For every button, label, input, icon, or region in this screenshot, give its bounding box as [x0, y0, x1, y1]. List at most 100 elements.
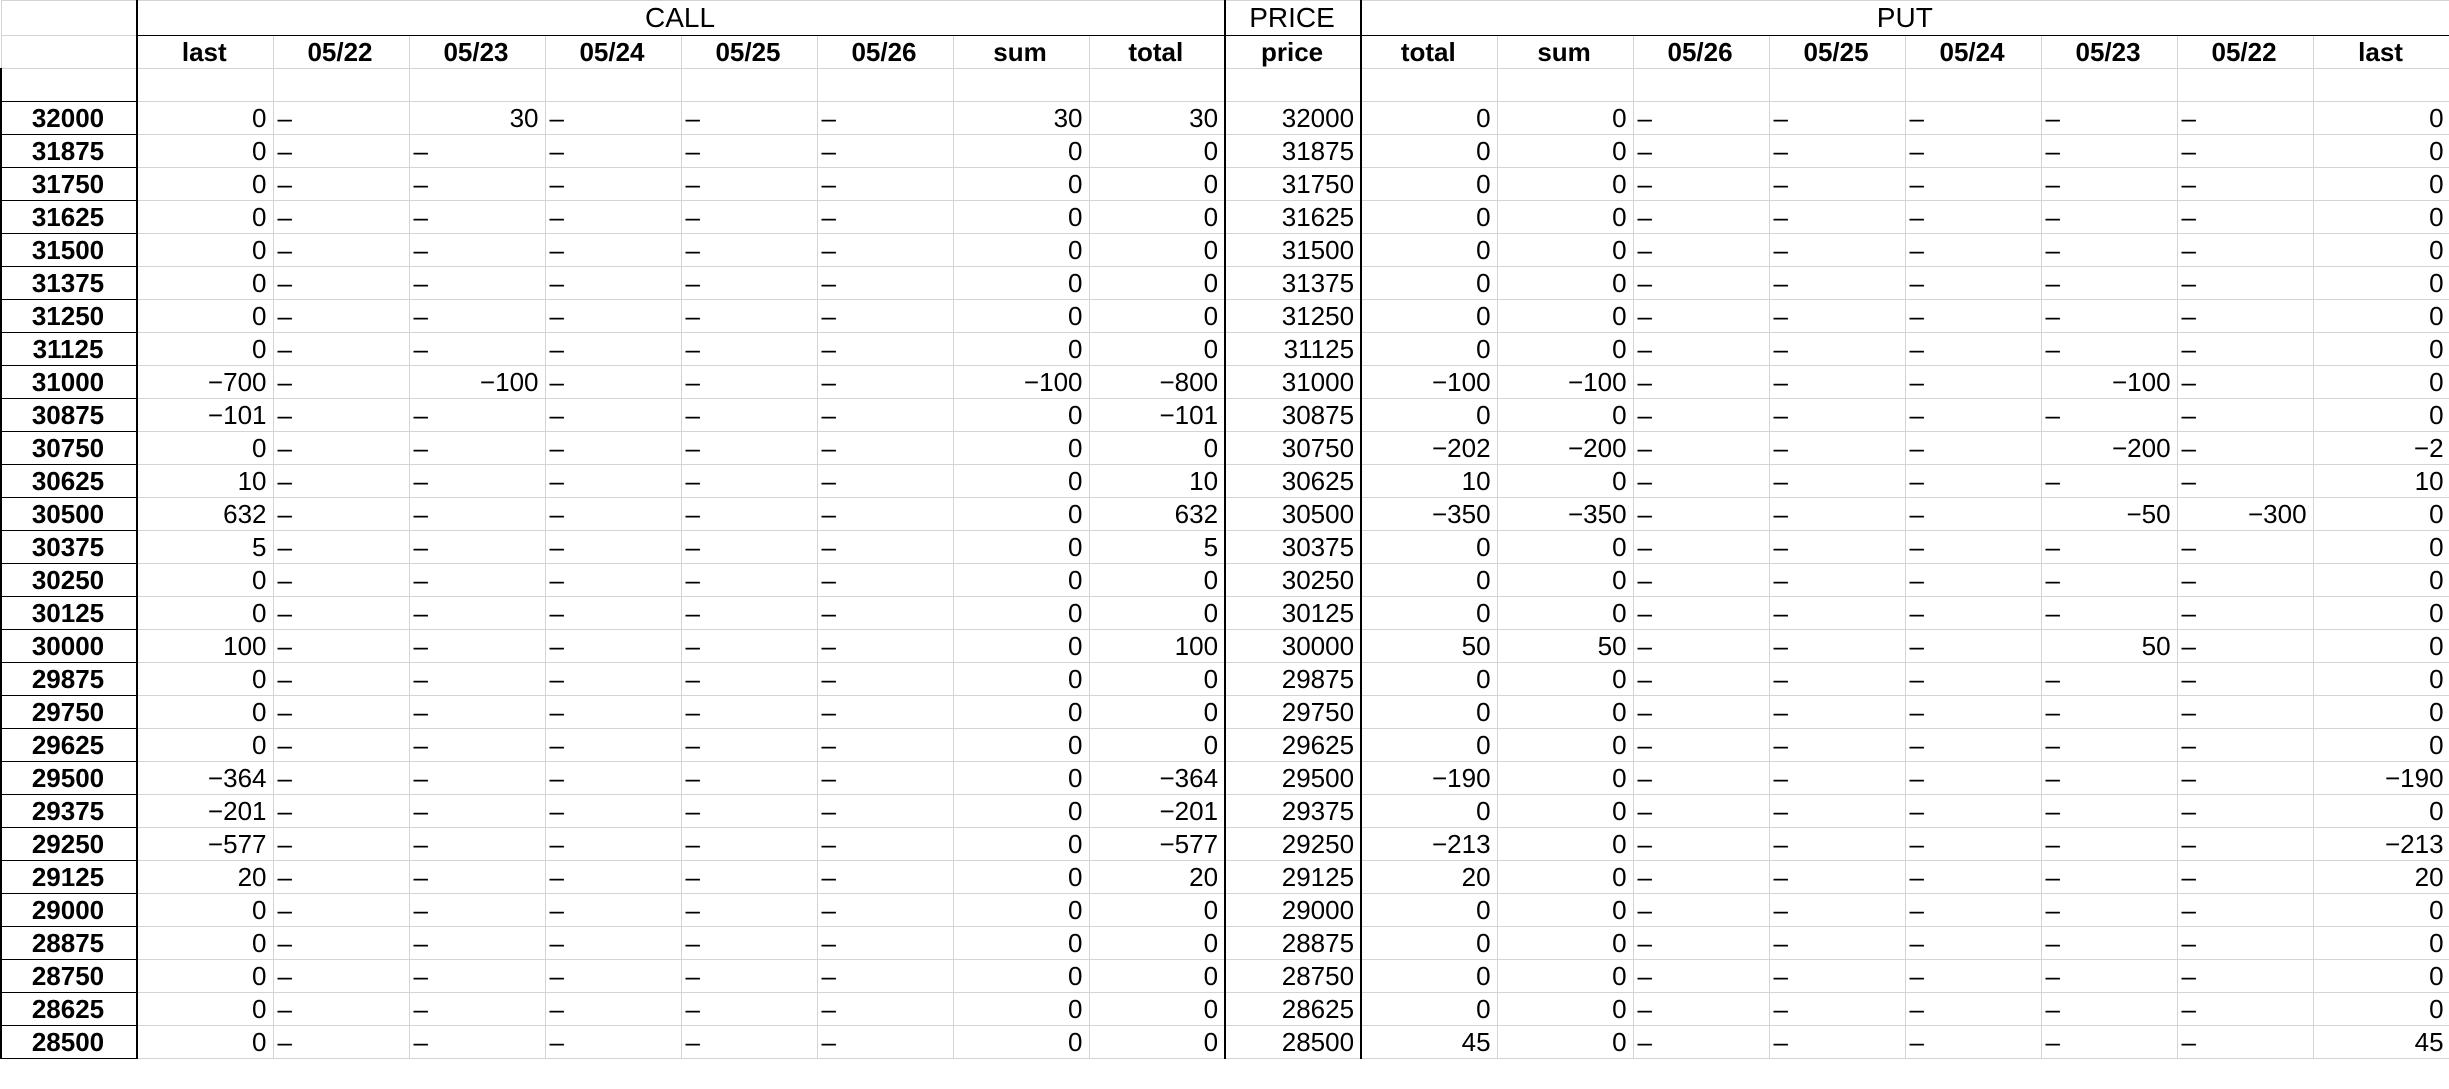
- put-cell-05-26[interactable]: –: [1632, 959, 1770, 993]
- put-cell-05-23[interactable]: –: [2040, 167, 2178, 201]
- call-cell-05-23[interactable]: –: [408, 959, 546, 993]
- strike-header-cell[interactable]: [0, 35, 138, 69]
- price-cell[interactable]: 31000: [1224, 365, 1362, 399]
- blank-cell[interactable]: [1768, 68, 1906, 102]
- put-cell-total[interactable]: −350: [1360, 497, 1498, 531]
- call-cell-last[interactable]: 0: [136, 134, 274, 168]
- put-cell-05-23[interactable]: –: [2040, 860, 2178, 894]
- call-cell-sum[interactable]: 0: [952, 464, 1090, 498]
- put-cell-total[interactable]: 0: [1360, 332, 1498, 366]
- put-cell-05-26[interactable]: –: [1632, 662, 1770, 696]
- put-cell-05-25[interactable]: –: [1768, 761, 1906, 795]
- call-cell-05-24[interactable]: –: [544, 827, 682, 861]
- put-cell-05-23[interactable]: –: [2040, 530, 2178, 564]
- price-cell[interactable]: 30250: [1224, 563, 1362, 597]
- call-cell-05-24[interactable]: –: [544, 233, 682, 267]
- call-cell-total[interactable]: 0: [1088, 695, 1226, 729]
- call-cell-05-23[interactable]: –: [408, 860, 546, 894]
- call-cell-last[interactable]: 0: [136, 1025, 274, 1059]
- call-cell-sum[interactable]: 0: [952, 431, 1090, 465]
- call-cell-05-25[interactable]: –: [680, 992, 818, 1026]
- call-cell-last[interactable]: 0: [136, 662, 274, 696]
- put-cell-05-25[interactable]: –: [1768, 728, 1906, 762]
- put-cell-05-25[interactable]: –: [1768, 530, 1906, 564]
- call-cell-sum[interactable]: 0: [952, 893, 1090, 927]
- call-cell-05-23[interactable]: –: [408, 530, 546, 564]
- put-cell-05-25[interactable]: –: [1768, 695, 1906, 729]
- call-cell-05-23[interactable]: –: [408, 827, 546, 861]
- call-cell-05-25[interactable]: –: [680, 695, 818, 729]
- put-header-4[interactable]: 05/24: [1904, 35, 2042, 69]
- call-cell-total[interactable]: 0: [1088, 200, 1226, 234]
- put-cell-05-24[interactable]: –: [1904, 563, 2042, 597]
- call-cell-sum[interactable]: 0: [952, 629, 1090, 663]
- put-cell-last[interactable]: 10: [2312, 464, 2449, 498]
- put-cell-05-22[interactable]: –: [2176, 1025, 2314, 1059]
- strike-cell[interactable]: 29625: [0, 728, 138, 762]
- put-cell-sum[interactable]: 0: [1496, 464, 1634, 498]
- call-cell-05-26[interactable]: –: [816, 629, 954, 663]
- strike-cell[interactable]: 28625: [0, 992, 138, 1026]
- call-cell-05-25[interactable]: –: [680, 266, 818, 300]
- price-cell[interactable]: 30500: [1224, 497, 1362, 531]
- strike-cell[interactable]: 30750: [0, 431, 138, 465]
- put-cell-05-22[interactable]: –: [2176, 431, 2314, 465]
- put-cell-sum[interactable]: 0: [1496, 893, 1634, 927]
- call-cell-last[interactable]: −700: [136, 365, 274, 399]
- call-cell-05-26[interactable]: –: [816, 992, 954, 1026]
- put-cell-05-26[interactable]: –: [1632, 497, 1770, 531]
- call-cell-last[interactable]: −101: [136, 398, 274, 432]
- strike-cell[interactable]: 30125: [0, 596, 138, 630]
- put-cell-05-23[interactable]: –: [2040, 728, 2178, 762]
- put-cell-total[interactable]: 45: [1360, 1025, 1498, 1059]
- call-cell-05-22[interactable]: –: [272, 695, 410, 729]
- put-cell-05-22[interactable]: –: [2176, 530, 2314, 564]
- price-cell[interactable]: 30000: [1224, 629, 1362, 663]
- put-cell-05-25[interactable]: –: [1768, 299, 1906, 333]
- call-cell-total[interactable]: 0: [1088, 233, 1226, 267]
- put-cell-05-24[interactable]: –: [1904, 134, 2042, 168]
- call-cell-sum[interactable]: 30: [952, 101, 1090, 135]
- call-cell-05-23[interactable]: –: [408, 563, 546, 597]
- put-cell-sum[interactable]: 0: [1496, 959, 1634, 993]
- call-cell-05-26[interactable]: –: [816, 497, 954, 531]
- call-cell-05-26[interactable]: –: [816, 398, 954, 432]
- call-cell-total[interactable]: 100: [1088, 629, 1226, 663]
- call-cell-05-26[interactable]: –: [816, 200, 954, 234]
- put-cell-total[interactable]: 10: [1360, 464, 1498, 498]
- call-cell-sum[interactable]: 0: [952, 200, 1090, 234]
- blank-cell[interactable]: [2040, 68, 2178, 102]
- call-cell-05-23[interactable]: –: [408, 464, 546, 498]
- put-cell-05-22[interactable]: –: [2176, 167, 2314, 201]
- call-cell-last[interactable]: 0: [136, 101, 274, 135]
- call-cell-05-25[interactable]: –: [680, 629, 818, 663]
- call-cell-05-22[interactable]: –: [272, 1025, 410, 1059]
- put-cell-05-23[interactable]: –: [2040, 893, 2178, 927]
- put-cell-05-25[interactable]: –: [1768, 134, 1906, 168]
- put-cell-total[interactable]: 0: [1360, 893, 1498, 927]
- call-cell-sum[interactable]: 0: [952, 596, 1090, 630]
- price-cell[interactable]: 29750: [1224, 695, 1362, 729]
- call-cell-05-25[interactable]: –: [680, 530, 818, 564]
- call-cell-total[interactable]: 0: [1088, 926, 1226, 960]
- put-cell-05-25[interactable]: –: [1768, 365, 1906, 399]
- put-cell-05-25[interactable]: –: [1768, 1025, 1906, 1059]
- put-cell-05-23[interactable]: –: [2040, 695, 2178, 729]
- call-cell-05-26[interactable]: –: [816, 530, 954, 564]
- call-cell-05-23[interactable]: –: [408, 596, 546, 630]
- call-cell-05-24[interactable]: –: [544, 431, 682, 465]
- call-cell-05-23[interactable]: –: [408, 662, 546, 696]
- call-cell-05-24[interactable]: –: [544, 926, 682, 960]
- put-cell-total[interactable]: 0: [1360, 200, 1498, 234]
- put-cell-last[interactable]: 0: [2312, 101, 2449, 135]
- strike-cell[interactable]: 31375: [0, 266, 138, 300]
- call-cell-05-22[interactable]: –: [272, 893, 410, 927]
- put-cell-05-23[interactable]: –: [2040, 1025, 2178, 1059]
- put-cell-05-25[interactable]: –: [1768, 893, 1906, 927]
- call-cell-05-24[interactable]: –: [544, 101, 682, 135]
- strike-cell[interactable]: 31625: [0, 200, 138, 234]
- put-cell-05-25[interactable]: –: [1768, 200, 1906, 234]
- put-cell-05-25[interactable]: –: [1768, 431, 1906, 465]
- call-cell-05-24[interactable]: –: [544, 662, 682, 696]
- call-cell-05-26[interactable]: –: [816, 893, 954, 927]
